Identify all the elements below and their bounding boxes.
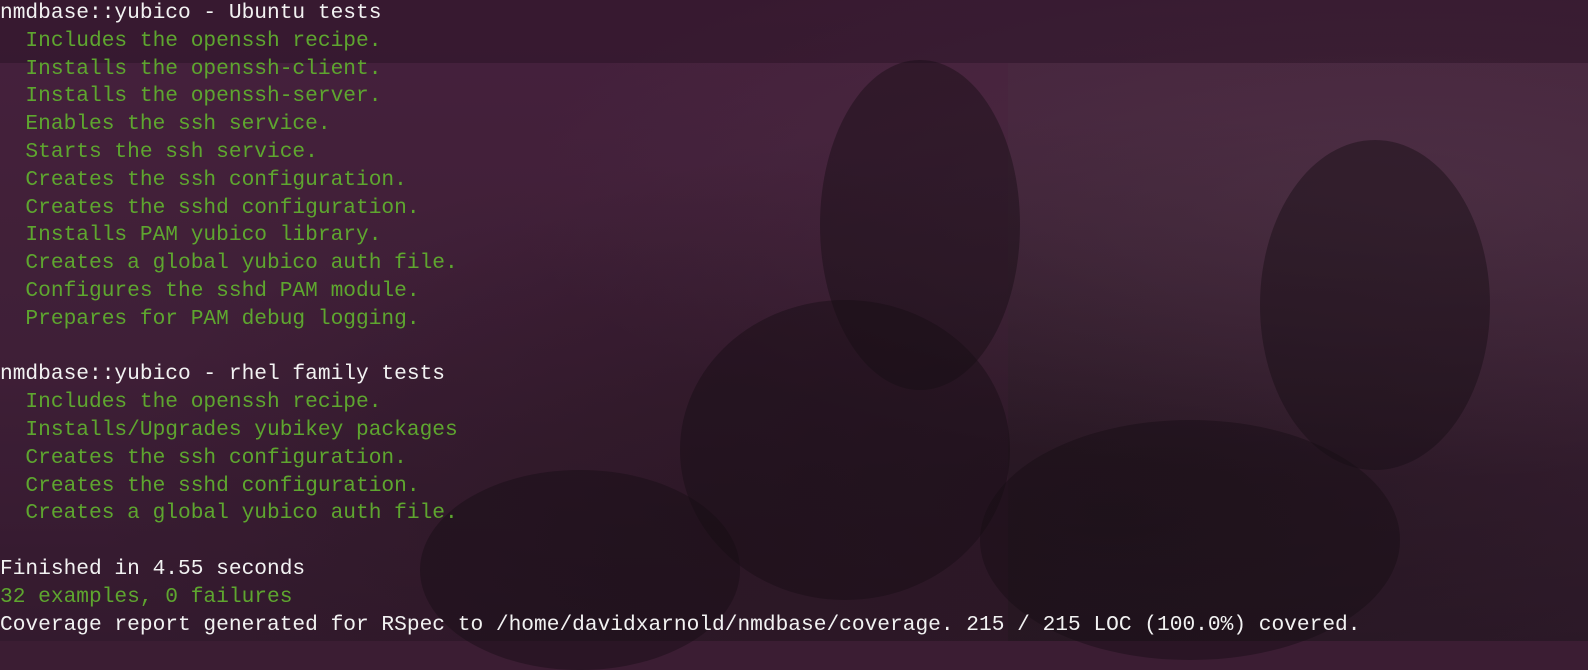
terminal-output[interactable]: nmdbase::yubico - Ubuntu tests Includes …: [0, 0, 1360, 639]
rhel-test-heading: nmdbase::yubico - rhel family tests: [0, 362, 446, 387]
test-summary: 32 examples, 0 failures: [0, 584, 293, 609]
ubuntu-test-heading: nmdbase::yubico - Ubuntu tests: [0, 1, 382, 25]
ubuntu-test-line: Enables the ssh service.: [0, 112, 331, 137]
ubuntu-test-line: Installs the openssh-server.: [0, 84, 382, 109]
ubuntu-test-line: Creates the ssh configuration.: [0, 167, 407, 192]
ubuntu-test-line: Configures the sshd PAM module.: [0, 278, 420, 303]
ubuntu-test-line: Starts the ssh service.: [0, 139, 318, 164]
ubuntu-test-line: Creates the sshd configuration.: [0, 195, 420, 220]
rhel-test-line: Creates a global yubico auth file.: [0, 501, 458, 526]
ubuntu-test-line: Prepares for PAM debug logging.: [0, 306, 420, 331]
rhel-test-line: Includes the openssh recipe.: [0, 390, 382, 415]
ubuntu-test-line: Includes the openssh recipe.: [0, 28, 382, 53]
coverage-report: Coverage report generated for RSpec to /…: [0, 612, 1361, 637]
rhel-test-line: Creates the sshd configuration.: [0, 473, 420, 498]
ubuntu-test-line: Installs the openssh-client.: [0, 56, 382, 81]
ubuntu-test-line: Installs PAM yubico library.: [0, 223, 382, 248]
finished-time: Finished in 4.55 seconds: [0, 556, 306, 581]
ubuntu-test-line: Creates a global yubico auth file.: [0, 251, 458, 276]
rhel-test-line: Creates the ssh configuration.: [0, 445, 407, 470]
rhel-test-line: Installs/Upgrades yubikey packages: [0, 417, 458, 442]
